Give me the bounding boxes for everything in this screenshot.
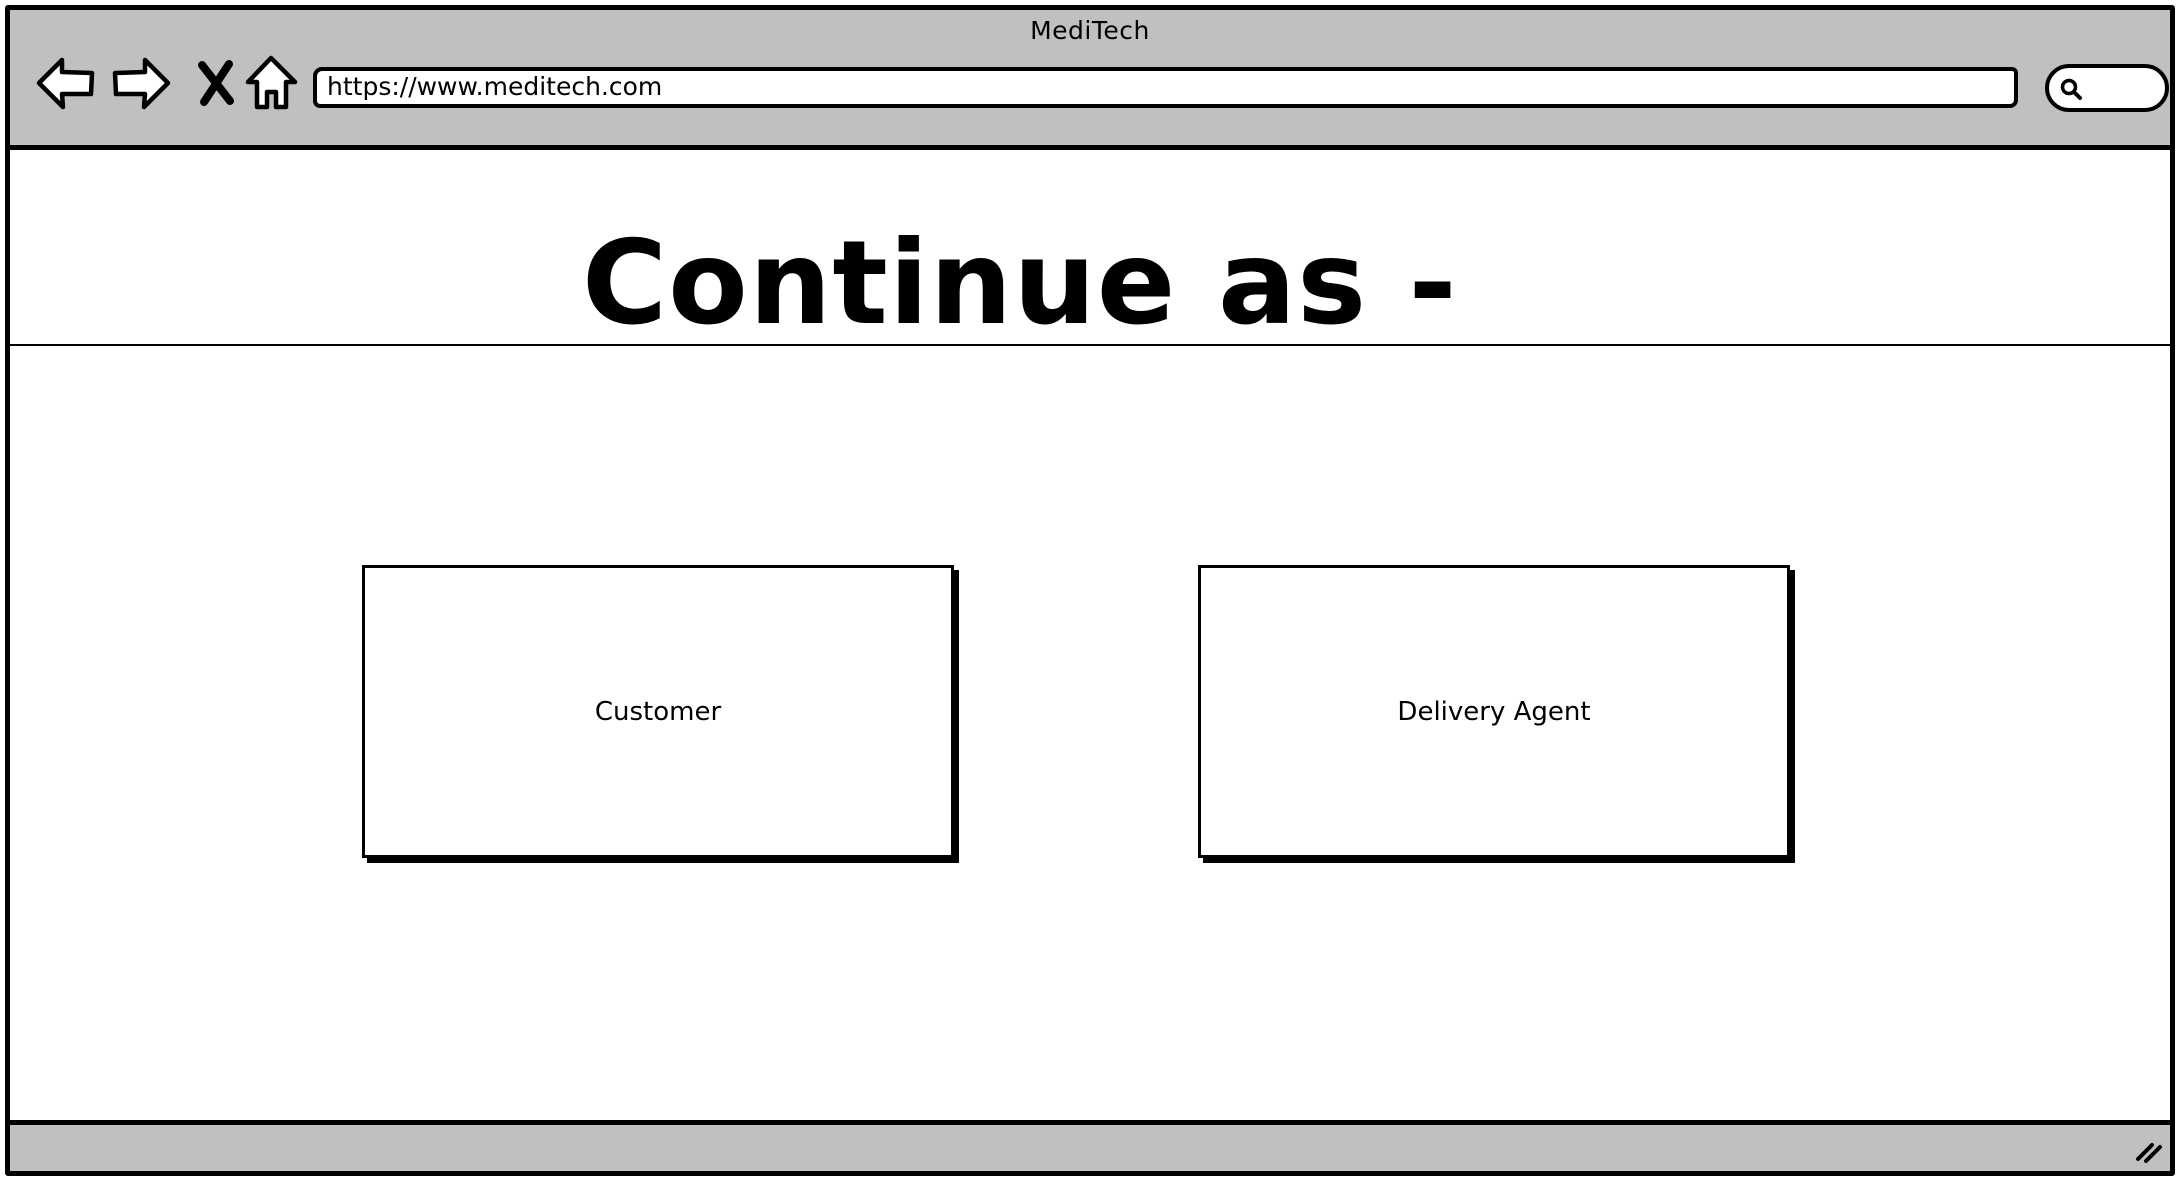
delivery-agent-button-label: Delivery Agent (1397, 696, 1591, 727)
browser-toolbar: MediTech https://www.meditech.com (10, 10, 2170, 150)
customer-button[interactable]: Customer (362, 565, 954, 858)
customer-button-label: Customer (594, 696, 722, 727)
address-bar[interactable]: https://www.meditech.com (313, 67, 2018, 108)
search-icon (2060, 78, 2082, 100)
stop-button[interactable] (185, 52, 247, 114)
browser-window: MediTech https://www.meditech.com Contin… (5, 5, 2175, 1176)
home-button[interactable] (240, 52, 302, 114)
status-bar (10, 1120, 2170, 1171)
delivery-agent-button[interactable]: Delivery Agent (1198, 565, 1790, 858)
forward-arrow-icon (112, 57, 171, 110)
window-title: MediTech (1030, 16, 1150, 45)
heading-divider (10, 344, 2170, 346)
forward-button[interactable] (110, 52, 172, 114)
home-icon (245, 55, 298, 110)
page-heading: Continue as - (582, 216, 1458, 351)
search-input[interactable] (2045, 64, 2169, 112)
back-arrow-icon (36, 57, 95, 110)
resize-grip-icon[interactable] (2134, 1139, 2164, 1165)
back-button[interactable] (35, 52, 97, 114)
close-icon (198, 60, 234, 106)
